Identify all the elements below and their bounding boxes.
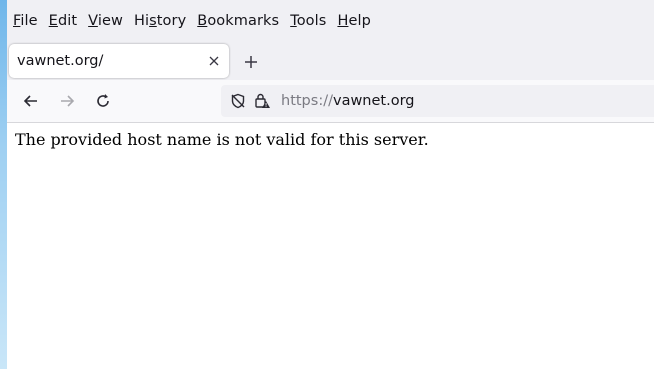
error-message: The provided host name is not valid for … xyxy=(15,130,429,149)
menu-edit-label: dit xyxy=(57,13,78,29)
menu-bookmarks-label: ookmarks xyxy=(207,13,280,29)
arrow-right-icon[interactable] xyxy=(57,91,77,111)
menu-tools-label: ools xyxy=(296,13,327,29)
tab-strip: vawnet.org/ xyxy=(7,42,654,80)
menu-view-mnemonic: V xyxy=(88,13,98,29)
menu-view[interactable]: View xyxy=(88,13,123,29)
menu-help-label: elp xyxy=(348,13,371,29)
shield-slash-icon[interactable] xyxy=(229,92,247,110)
url-bar[interactable]: https://vawnet.org xyxy=(221,85,654,117)
arrow-left-icon[interactable] xyxy=(21,91,41,111)
reload-icon[interactable] xyxy=(93,91,113,111)
menu-file-label: ile xyxy=(20,13,38,29)
menu-tools[interactable]: Tools xyxy=(290,13,326,29)
menu-history-mnemonic: s xyxy=(149,13,157,29)
menu-view-label: iew xyxy=(97,13,123,29)
menu-edit[interactable]: Edit xyxy=(49,13,77,29)
plus-icon[interactable] xyxy=(241,52,261,72)
lock-warning-icon[interactable] xyxy=(253,92,271,110)
menu-history-label: tory xyxy=(156,13,187,29)
tab-title: vawnet.org/ xyxy=(17,53,104,69)
browser-window: File Edit View History Bookmarks Tools H… xyxy=(7,0,654,369)
menu-file[interactable]: File xyxy=(13,13,38,29)
close-icon[interactable] xyxy=(203,50,225,72)
url-scheme: https:// xyxy=(281,93,333,109)
menu-bar: File Edit View History Bookmarks Tools H… xyxy=(7,0,654,42)
menu-bookmarks-mnemonic: B xyxy=(197,13,208,29)
tab-active[interactable]: vawnet.org/ xyxy=(9,44,229,78)
url-text: https://vawnet.org xyxy=(281,93,415,109)
url-host: vawnet.org xyxy=(332,93,415,109)
menu-help-mnemonic: H xyxy=(337,13,349,29)
menu-bookmarks[interactable]: Bookmarks xyxy=(197,13,279,29)
page-content: The provided host name is not valid for … xyxy=(7,123,654,156)
menu-history-label-start: Hi xyxy=(133,13,150,29)
menu-edit-mnemonic: E xyxy=(48,13,58,29)
menu-help[interactable]: Help xyxy=(337,13,370,29)
menu-history[interactable]: History xyxy=(134,13,186,29)
navigation-bar: https://vawnet.org xyxy=(7,80,654,123)
